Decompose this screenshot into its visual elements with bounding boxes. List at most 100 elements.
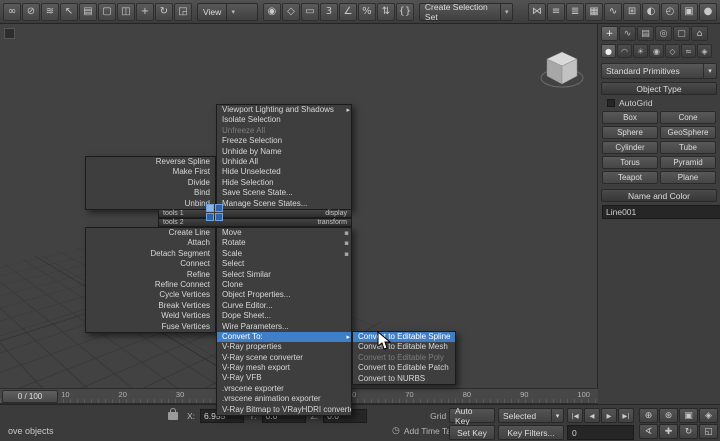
current-frame-field[interactable]: 0 [567,425,634,440]
object-type-rollout-header[interactable]: Object Type [601,82,717,95]
menu-item[interactable]: Rotate [217,238,351,248]
object-type-button[interactable]: Cylinder [602,141,658,154]
select-and-manipulate-icon[interactable]: ◇ [282,3,300,21]
display-tab-icon[interactable]: ▢ [673,26,690,41]
select-object-icon[interactable]: ↖ [60,3,78,21]
utilities-tab-icon[interactable]: ⌂ [691,26,708,41]
orbit-icon[interactable]: ↻ [679,424,698,439]
graphite-ribbon-icon[interactable]: ▦ [585,3,603,21]
object-type-button[interactable]: Sphere [602,126,658,139]
menu-item[interactable]: Manage Scene States... [217,199,351,209]
menu-item[interactable]: Convert To: [217,332,351,342]
menu-item[interactable]: Make First [86,167,215,177]
name-and-color-rollout-header[interactable]: Name and Color [601,189,717,202]
object-type-button[interactable]: Tube [660,141,716,154]
menu-item[interactable]: Convert to NURBS [353,374,455,384]
menu-item[interactable]: Convert to Editable Poly [353,353,455,363]
zoom-all-icon[interactable]: ⊛ [659,408,678,423]
auto-key-button[interactable]: Auto Key [449,408,495,423]
menu-item[interactable]: Unfreeze All [217,126,351,136]
menu-item[interactable]: Convert to Editable Patch [353,363,455,373]
spinner-snap-icon[interactable]: ⇅ [377,3,395,21]
percent-snap-icon[interactable]: % [358,3,376,21]
selection-lock-icon[interactable] [168,412,178,420]
set-key-button[interactable]: Set Key [449,425,495,440]
menu-item[interactable]: Unhide All [217,157,351,167]
select-and-link-icon[interactable]: ∞ [3,3,21,21]
key-filters-button[interactable]: Key Filters... [498,425,564,440]
menu-item[interactable]: Create Line [86,228,215,238]
space-warps-category-icon[interactable]: ≈ [681,44,696,58]
lights-category-icon[interactable]: ☀ [633,44,648,58]
select-and-rotate-icon[interactable]: ↻ [155,3,173,21]
menu-item[interactable]: Bind [86,188,215,198]
zoom-icon[interactable]: ⊕ [639,408,658,423]
motion-tab-icon[interactable]: ◎ [655,26,672,41]
menu-item[interactable]: Connect [86,259,215,269]
menu-item[interactable]: Select Similar [217,270,351,280]
menu-item[interactable]: Dope Sheet... [217,311,351,321]
hierarchy-tab-icon[interactable]: ▤ [637,26,654,41]
previous-frame-icon[interactable]: ◀ [584,408,600,423]
cameras-category-icon[interactable]: ◉ [649,44,664,58]
menu-item[interactable]: Move [217,228,351,238]
layer-manager-icon[interactable]: ≣ [566,3,584,21]
viewport-menu-icon[interactable] [4,28,15,39]
menu-item[interactable]: Unbind [86,199,215,209]
menu-item[interactable]: Attach [86,238,215,248]
object-type-button[interactable]: Plane [660,171,716,184]
named-selection-sets-icon[interactable]: {} [396,3,414,21]
viewcube[interactable] [538,46,586,94]
menu-item[interactable]: Object Properties... [217,290,351,300]
object-type-button[interactable]: Box [602,111,658,124]
menu-item[interactable]: Break Vertices [86,301,215,311]
autogrid-checkbox[interactable] [607,99,615,107]
go-to-start-icon[interactable]: |◀ [567,408,583,423]
menu-item[interactable]: Viewport Lighting and Shadows [217,105,351,115]
rendered-frame-icon[interactable]: ▣ [680,3,698,21]
maximize-viewport-icon[interactable]: ◱ [699,424,718,439]
geometry-category-icon[interactable]: ● [601,44,616,58]
menu-item[interactable]: Refine [86,270,215,280]
menu-item[interactable]: Freeze Selection [217,136,351,146]
object-type-button[interactable]: GeoSphere [660,126,716,139]
curve-editor-icon[interactable]: ∿ [604,3,622,21]
material-editor-icon[interactable]: ◐ [642,3,660,21]
menu-item[interactable]: Save Scene State... [217,188,351,198]
menu-item[interactable]: Clone [217,280,351,290]
menu-item[interactable]: .vrscene animation exporter [217,394,351,404]
menu-item[interactable]: V-Ray Bitmap to VRayHDRI converter [217,405,351,415]
menu-item[interactable]: Select [217,259,351,269]
select-and-move-icon[interactable]: + [136,3,154,21]
add-time-tag[interactable]: ◷ Add Time Tag [392,426,456,436]
quad-header[interactable]: tools 1 display [158,209,352,218]
go-to-end-icon[interactable]: ▶| [618,408,634,423]
create-tab-icon[interactable]: + [601,26,618,41]
time-slider-handle[interactable]: 0 / 100 [2,390,58,403]
menu-item[interactable]: Curve Editor... [217,301,351,311]
render-production-icon[interactable]: ● [699,3,717,21]
selection-set-dropdown[interactable]: Create Selection Set [419,3,513,21]
menu-item[interactable]: .vrscene exporter [217,384,351,394]
quad-center-icon[interactable] [206,204,223,221]
menu-item[interactable]: V-Ray properties [217,342,351,352]
modify-tab-icon[interactable]: ∿ [619,26,636,41]
menu-item[interactable]: Divide [86,178,215,188]
menu-item[interactable]: Wire Parameters... [217,322,351,332]
object-name-input[interactable] [602,205,720,219]
menu-item[interactable]: Hide Unselected [217,167,351,177]
schematic-view-icon[interactable]: ⊞ [623,3,641,21]
unlink-selection-icon[interactable]: ⊘ [22,3,40,21]
angle-snap-icon[interactable]: ∠ [339,3,357,21]
pan-icon[interactable]: ✚ [659,424,678,439]
menu-item[interactable]: Isolate Selection [217,115,351,125]
menu-item[interactable]: Cycle Vertices [86,290,215,300]
menu-item[interactable]: Detach Segment [86,249,215,259]
menu-item[interactable]: Unhide by Name [217,147,351,157]
bind-to-space-warp-icon[interactable]: ≋ [41,3,59,21]
subcategory-dropdown[interactable]: Standard Primitives [601,63,717,79]
field-of-view-icon[interactable]: ∢ [639,424,658,439]
rectangular-selection-region-icon[interactable]: ▢ [98,3,116,21]
menu-item[interactable]: Fuse Vertices [86,322,215,332]
snaps-toggle-icon[interactable]: 3 [320,3,338,21]
